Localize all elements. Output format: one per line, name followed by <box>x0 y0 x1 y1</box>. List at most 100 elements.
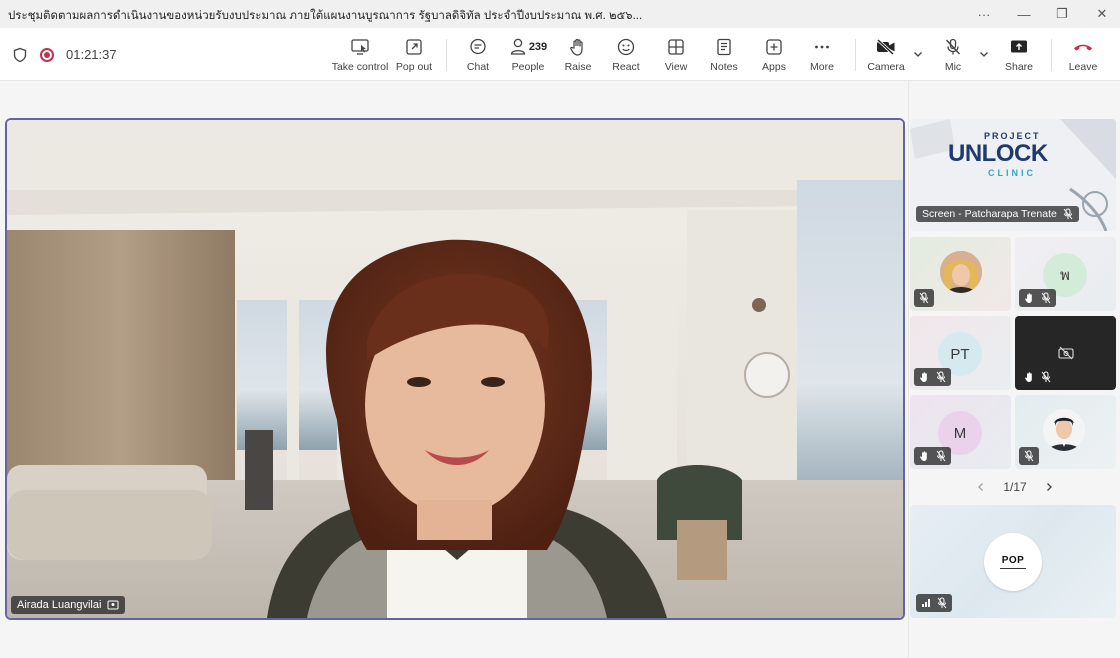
people-icon <box>510 38 525 55</box>
participant-tile[interactable] <box>1015 395 1116 469</box>
people-button[interactable]: 239 People <box>506 28 550 81</box>
share-screen-icon <box>1011 40 1027 52</box>
share-label: Share <box>1004 60 1034 73</box>
mic-label: Mic <box>944 60 962 73</box>
tile-status <box>1019 447 1039 465</box>
raised-hand-icon <box>920 451 927 461</box>
take-control-label: Take control <box>331 60 389 73</box>
mic-off-icon <box>936 371 946 383</box>
screen-share-tile[interactable]: PROJECT UNLOCK CLINIC Screen - Patcharap… <box>910 119 1116 231</box>
chat-button[interactable]: Chat <box>463 28 493 81</box>
participant-avatar <box>940 251 982 293</box>
window-more-button[interactable]: ··· <box>972 4 996 24</box>
raised-hand-icon <box>920 372 927 382</box>
more-button[interactable]: More <box>806 28 838 81</box>
toolbar-divider <box>855 39 856 71</box>
unlock-label: UNLOCK <box>948 140 1048 167</box>
leave-button[interactable]: Leave <box>1068 28 1098 81</box>
share-button[interactable]: Share <box>1003 28 1035 81</box>
mic-button[interactable]: Mic <box>938 28 968 81</box>
view-button[interactable]: View <box>660 28 692 81</box>
speaker-video-frame <box>7 120 903 618</box>
signal-bars-icon <box>922 599 930 607</box>
pop-out-button[interactable]: Pop out <box>396 28 432 81</box>
raised-hand-icon <box>1025 293 1032 303</box>
notes-button[interactable]: Notes <box>708 28 740 81</box>
tile-status <box>916 594 952 612</box>
add-apps-icon <box>766 38 782 55</box>
main-speaker-video[interactable]: Airada Luangvilai <box>5 118 905 620</box>
restore-button[interactable]: ❐ <box>1050 4 1074 24</box>
take-control-button[interactable]: Take control <box>331 28 389 81</box>
chat-icon <box>470 38 486 54</box>
video-off-icon <box>1058 346 1074 360</box>
notes-label: Notes <box>710 60 738 73</box>
apps-button[interactable]: Apps <box>758 28 790 81</box>
camera-options-chevron-down-icon[interactable] <box>912 48 924 60</box>
hand-icon <box>570 38 583 56</box>
minimize-button[interactable]: — <box>1012 4 1036 24</box>
leave-label: Leave <box>1068 60 1098 73</box>
speaker-name-chip: Airada Luangvilai <box>11 596 126 614</box>
participant-avatar <box>1043 409 1085 451</box>
grid-view-icon <box>668 38 684 55</box>
tile-status <box>914 289 934 307</box>
pop-logo-underline <box>1000 568 1026 569</box>
raise-label: Raise <box>564 60 592 73</box>
mic-off-icon <box>919 292 929 304</box>
meeting-toolbar: 01:21:37 Take control Pop out Chat 239 P… <box>0 28 1120 81</box>
tile-status <box>1019 368 1056 386</box>
raise-hand-button[interactable]: Raise <box>562 28 594 81</box>
meeting-status: 01:21:37 <box>12 28 117 81</box>
camera-off-icon <box>876 38 895 55</box>
mic-off-icon <box>937 597 947 609</box>
mic-options-chevron-down-icon[interactable] <box>978 48 990 60</box>
close-button[interactable]: ✕ <box>1090 4 1114 24</box>
apps-label: Apps <box>762 60 786 73</box>
chevron-right-icon[interactable] <box>1043 481 1055 493</box>
raised-hand-icon <box>1025 372 1032 382</box>
pop-logo: POP <box>984 533 1042 591</box>
toolbar-divider <box>446 39 447 71</box>
view-label: View <box>664 60 688 73</box>
shield-icon <box>13 47 27 62</box>
camera-label: Camera <box>867 60 905 73</box>
participant-tile[interactable]: M <box>910 395 1011 469</box>
meeting-title: ประชุมติดตามผลการดำเนินงานของหน่วยรับงบป… <box>8 10 643 22</box>
recording-icon <box>40 47 54 62</box>
participant-tile[interactable]: พ <box>1015 237 1116 311</box>
smiley-icon <box>617 38 635 55</box>
pop-out-icon <box>406 38 422 55</box>
participant-tile-pop[interactable]: POP <box>910 505 1116 618</box>
mic-off-icon <box>945 38 961 54</box>
hang-up-icon <box>1074 44 1092 50</box>
react-label: React <box>612 60 640 73</box>
toolbar-divider <box>1051 39 1052 71</box>
pop-logo-text: POP <box>1001 555 1025 566</box>
participant-pager: 1/17 <box>975 479 1055 495</box>
notes-icon <box>717 38 731 55</box>
more-label: More <box>810 60 834 73</box>
screen-share-name: Screen - Patcharapa Trenate <box>922 208 1057 220</box>
participant-initials: PT <box>950 345 970 363</box>
participant-tile[interactable] <box>1015 316 1116 390</box>
title-bar: ประชุมติดตามผลการดำเนินงานของหน่วยรับงบป… <box>0 0 1120 28</box>
mic-off-icon <box>1063 208 1073 220</box>
people-label: People <box>511 60 545 73</box>
mic-off-icon <box>1041 371 1051 383</box>
participant-initials: พ <box>1060 267 1070 284</box>
tile-status <box>914 368 951 386</box>
participant-photo <box>1043 409 1085 451</box>
react-button[interactable]: React <box>610 28 642 81</box>
participant-photo <box>940 251 982 293</box>
page-indicator: 1/17 <box>1003 480 1027 494</box>
participant-initials: M <box>953 424 967 442</box>
participant-tile[interactable] <box>910 237 1011 311</box>
chat-label: Chat <box>466 60 490 73</box>
people-icon-row: 239 <box>509 37 547 57</box>
mic-off-icon <box>1041 292 1051 304</box>
more-icon <box>815 45 829 48</box>
camera-button[interactable]: Camera <box>867 28 905 81</box>
participant-tile[interactable]: PT <box>910 316 1011 390</box>
chevron-left-icon[interactable] <box>975 481 987 493</box>
